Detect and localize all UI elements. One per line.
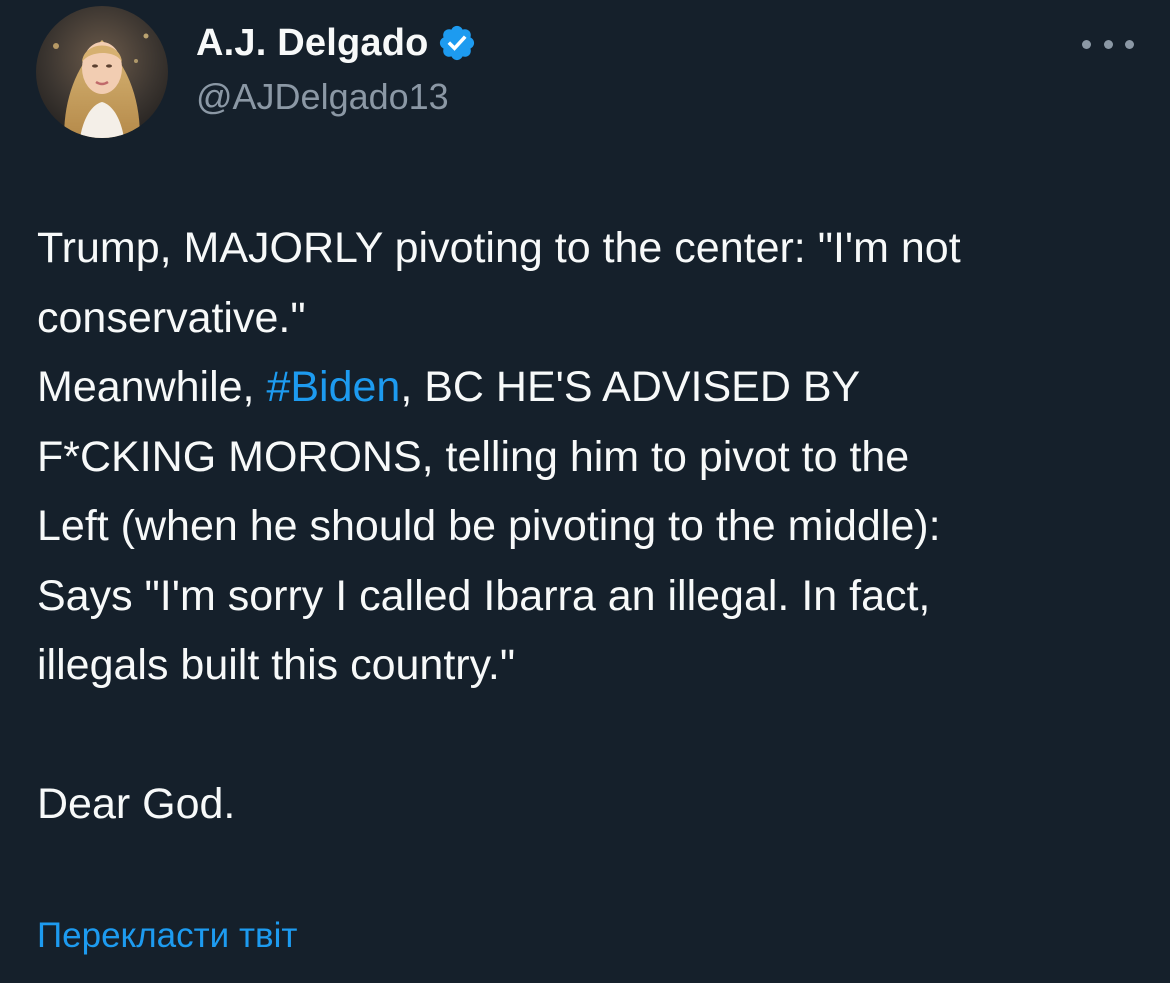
- translate-tweet-link[interactable]: Перекласти твіт: [37, 916, 297, 956]
- dot-icon: [1082, 39, 1091, 49]
- more-horizontal-icon[interactable]: [1082, 30, 1134, 58]
- handle[interactable]: @AJDelgado13: [196, 76, 449, 118]
- display-name[interactable]: A.J. Delgado: [196, 22, 429, 65]
- dot-icon: [1125, 39, 1134, 49]
- dot-icon: [1103, 39, 1113, 49]
- author-name-row: A.J. Delgado: [196, 20, 477, 66]
- tweet-line: Says "I'm sorry I called Ibarra an illeg…: [37, 571, 931, 620]
- avatar[interactable]: [36, 6, 168, 138]
- verified-badge-icon[interactable]: [437, 23, 477, 63]
- tweet-line: illegals built this country.": [37, 641, 516, 689]
- tweet-card: A.J. Delgado @AJDelgado13 Trump, MAJORLY…: [0, 0, 1170, 983]
- tweet-line-suffix: , BC HE'S ADVISED BY: [400, 363, 861, 411]
- tweet-line-hashtag: Meanwhile, #Biden, BC HE'S ADVISED BY: [37, 353, 1147, 423]
- tweet-line: Dear God.: [37, 780, 236, 828]
- hashtag-link[interactable]: #Biden: [266, 363, 400, 411]
- profile-photo-icon: [36, 6, 168, 138]
- tweet-line: Trump, MAJORLY pivoting to the center: "…: [37, 224, 961, 272]
- tweet-line-prefix: Meanwhile,: [37, 363, 267, 411]
- tweet-text: Trump, MAJORLY pivoting to the center: "…: [37, 214, 1147, 840]
- tweet-line: Left (when he should be pivoting to the …: [37, 502, 941, 550]
- tweet-line: conservative.": [37, 293, 306, 342]
- tweet-line: F*CKING MORONS, telling him to pivot to …: [37, 432, 910, 481]
